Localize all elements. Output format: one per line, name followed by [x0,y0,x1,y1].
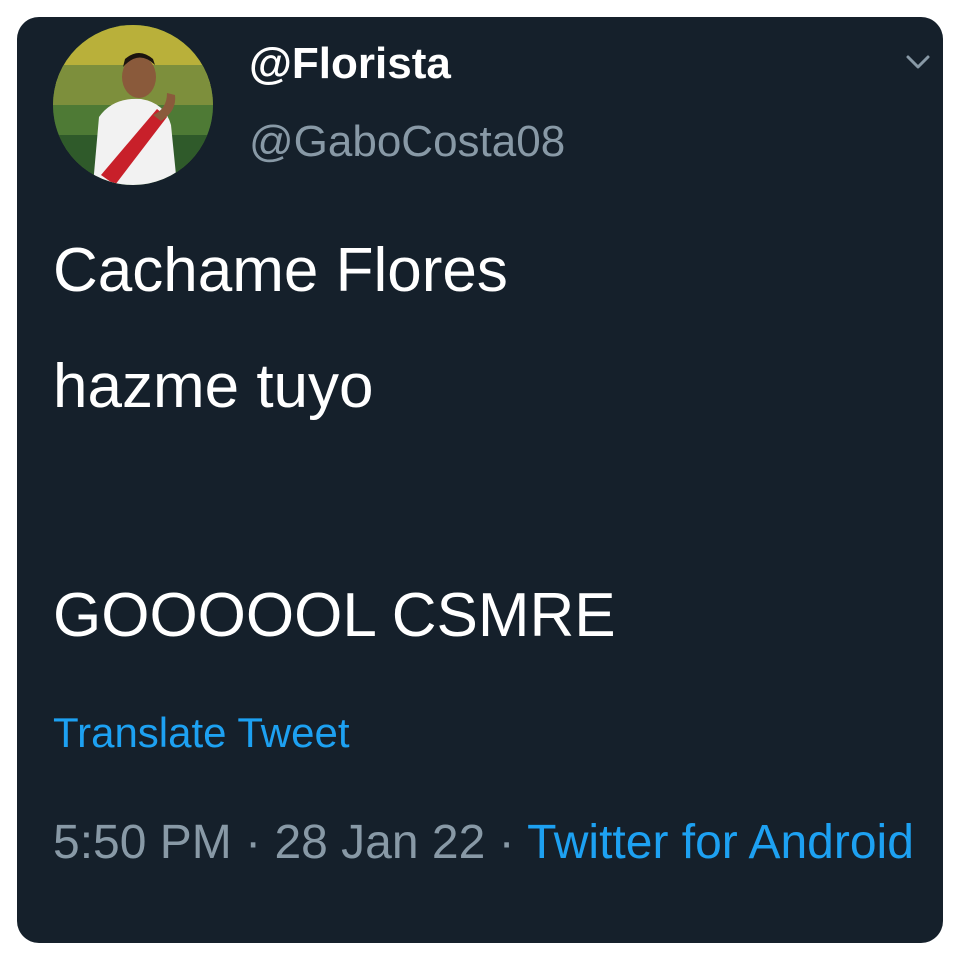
meta-separator: · [245,816,262,869]
chevron-down-icon[interactable] [903,47,933,77]
meta-separator: · [498,816,515,869]
tweet-time: 5:50 PM [53,816,232,869]
tweet-date: 28 Jan 22 [274,816,486,869]
tweet-metadata: 5:50 PM · 28 Jan 22 · Twitter for Androi… [53,803,923,883]
tweet-text-line: Cachame Flores [53,236,508,305]
tweet-source-link[interactable]: Twitter for Android [527,816,914,869]
user-handle[interactable]: @GaboCosta08 [249,117,565,167]
avatar-photo [53,25,213,185]
tweet-text-line: hazme tuyo [53,352,374,421]
tweet-card: @Florista @GaboCosta08 Cachame Flores ha… [17,17,943,943]
translate-tweet-link[interactable]: Translate Tweet [53,709,349,757]
tweet-text-line: GOOOOOL CSMRE [53,581,616,650]
display-name[interactable]: @Florista [249,39,451,89]
avatar[interactable] [53,25,213,185]
